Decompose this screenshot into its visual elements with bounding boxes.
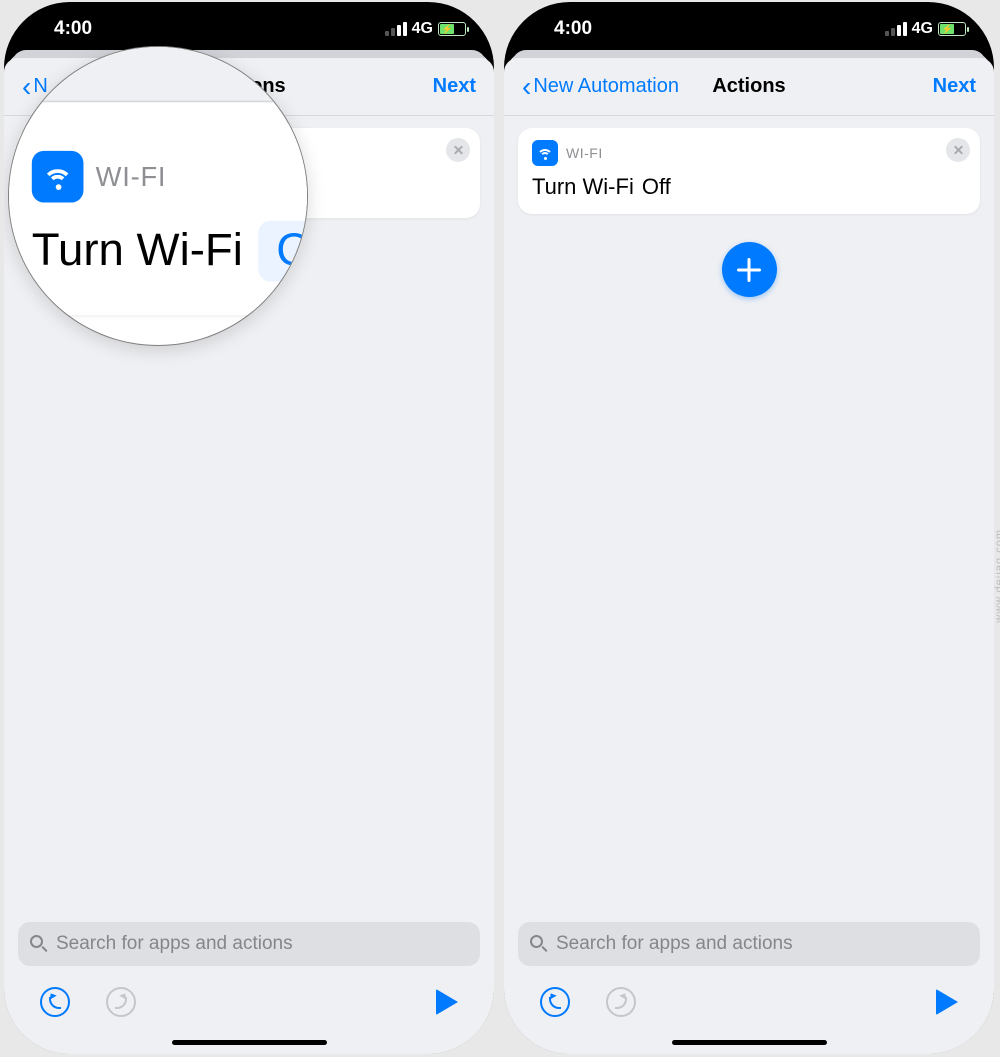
page-title: Actions	[712, 75, 785, 98]
phone-left: 4:00 4G ⚡ ‹ N Actions Next	[4, 2, 494, 1054]
redo-button	[106, 987, 136, 1017]
battery-icon: ⚡	[438, 22, 466, 36]
battery-icon: ⚡	[938, 22, 966, 36]
remove-action-button[interactable]	[946, 138, 970, 162]
cellular-signal-icon	[385, 22, 407, 36]
run-button[interactable]	[436, 989, 458, 1015]
status-bar: 4:00 4G ⚡	[504, 2, 994, 50]
status-right: 4G ⚡	[385, 20, 466, 38]
undo-button[interactable]	[540, 987, 570, 1017]
status-right: 4G ⚡	[885, 20, 966, 38]
add-action-button[interactable]	[722, 242, 777, 297]
network-label: 4G	[912, 20, 933, 38]
search-icon	[30, 935, 48, 953]
wifi-icon	[532, 140, 558, 166]
redo-button	[606, 987, 636, 1017]
watermark: www.deuaq.com	[994, 529, 1000, 623]
action-text: Turn Wi-Fi	[532, 174, 634, 200]
network-label: 4G	[412, 20, 433, 38]
search-placeholder: Search for apps and actions	[556, 933, 793, 955]
back-button[interactable]: ‹ New Automation	[522, 75, 679, 98]
zoom-lens: ‹ N ctions WI-FI Turn Wi-Fi On	[8, 46, 308, 346]
status-bar: 4:00 4G ⚡	[4, 2, 494, 50]
back-label: New Automation	[533, 75, 679, 98]
search-input[interactable]: Search for apps and actions	[18, 922, 480, 966]
wifi-state-parameter[interactable]: Off	[642, 174, 671, 200]
run-button[interactable]	[936, 989, 958, 1015]
status-time: 4:00	[532, 18, 592, 40]
nav-bar: ‹ New Automation Actions Next	[504, 58, 994, 116]
cellular-signal-icon	[885, 22, 907, 36]
undo-button[interactable]	[40, 987, 70, 1017]
action-card[interactable]: WI-FI Turn Wi-Fi Off	[518, 128, 980, 214]
card-category: WI-FI	[566, 145, 603, 161]
status-time: 4:00	[32, 18, 92, 40]
next-button[interactable]: Next	[433, 75, 476, 98]
bottom-toolbar	[518, 974, 980, 1030]
remove-action-button[interactable]	[446, 138, 470, 162]
content-area: WI-FI Turn Wi-Fi Off	[504, 116, 994, 912]
search-placeholder: Search for apps and actions	[56, 933, 293, 955]
next-button[interactable]: Next	[933, 75, 976, 98]
phone-right: 4:00 4G ⚡ ‹ New Automation Actions Next	[504, 2, 994, 1054]
search-input[interactable]: Search for apps and actions	[518, 922, 980, 966]
home-indicator[interactable]	[18, 1030, 480, 1054]
bottom-toolbar	[18, 974, 480, 1030]
home-indicator[interactable]	[518, 1030, 980, 1054]
search-icon	[530, 935, 548, 953]
